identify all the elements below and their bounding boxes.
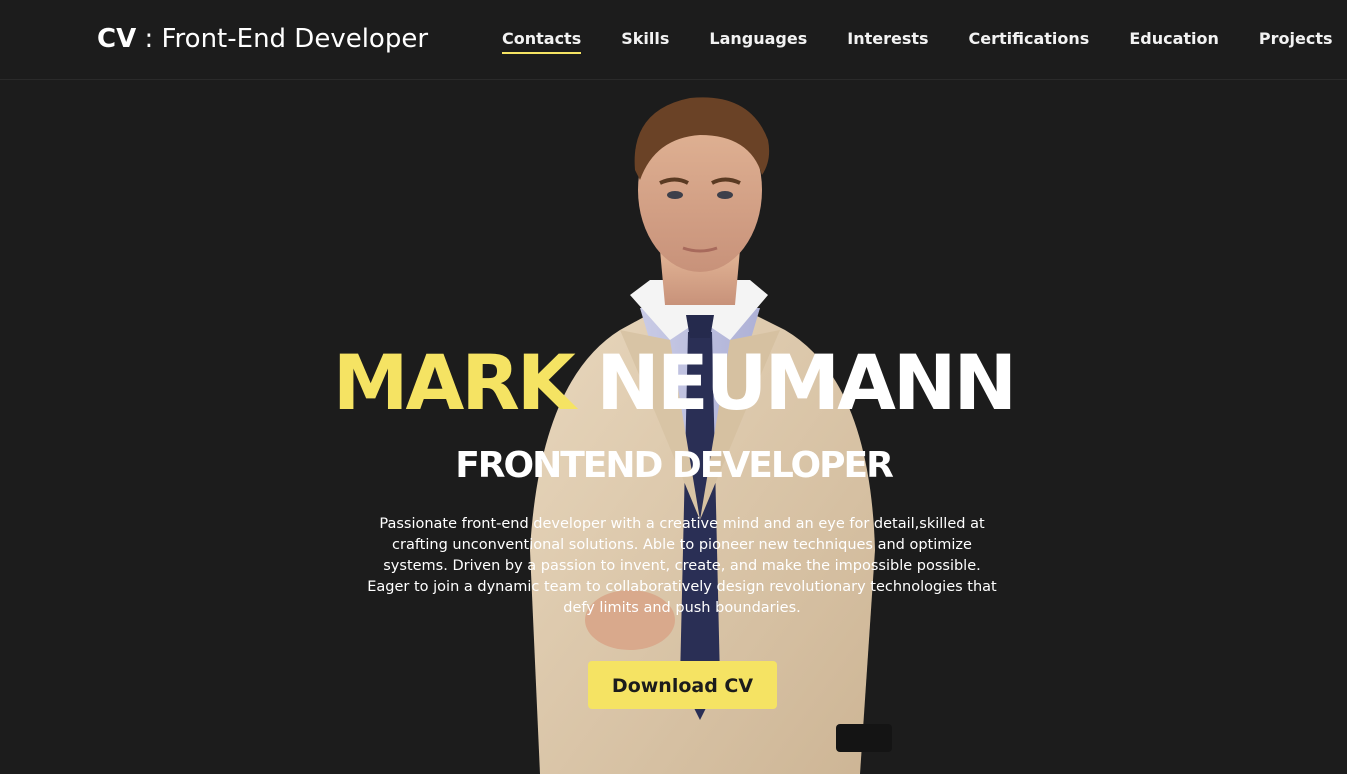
hero-section: MARK NEUMANN FRONTEND DEVELOPER Passiona… — [0, 0, 1347, 774]
nav-interests[interactable]: Interests — [847, 29, 928, 53]
watermark-badge — [836, 724, 892, 752]
site-header: CV : Front-End Developer Contacts Skills… — [0, 0, 1347, 80]
last-name: NEUMANN — [596, 338, 1017, 427]
nav-skills[interactable]: Skills — [621, 29, 669, 53]
site-brand[interactable]: CV : Front-End Developer — [97, 22, 428, 56]
main-nav: Contacts Skills Languages Interests Cert… — [502, 29, 1333, 54]
brand-title: : Front-End Developer — [136, 24, 429, 54]
first-name: MARK — [332, 338, 576, 427]
profile-summary: Passionate front-end developer with a cr… — [367, 516, 997, 616]
nav-projects[interactable]: Projects — [1259, 29, 1333, 53]
download-cv-button[interactable]: Download CV — [588, 661, 777, 709]
person-name: MARK NEUMANN — [0, 338, 1347, 428]
page: CV : Front-End Developer Contacts Skills… — [0, 0, 1347, 774]
brand-cv: CV — [97, 24, 137, 54]
job-title: FRONTEND DEVELOPER — [455, 445, 894, 486]
nav-certifications[interactable]: Certifications — [969, 29, 1090, 53]
nav-education[interactable]: Education — [1129, 29, 1219, 53]
nav-contacts[interactable]: Contacts — [502, 29, 582, 54]
nav-languages[interactable]: Languages — [709, 29, 807, 53]
